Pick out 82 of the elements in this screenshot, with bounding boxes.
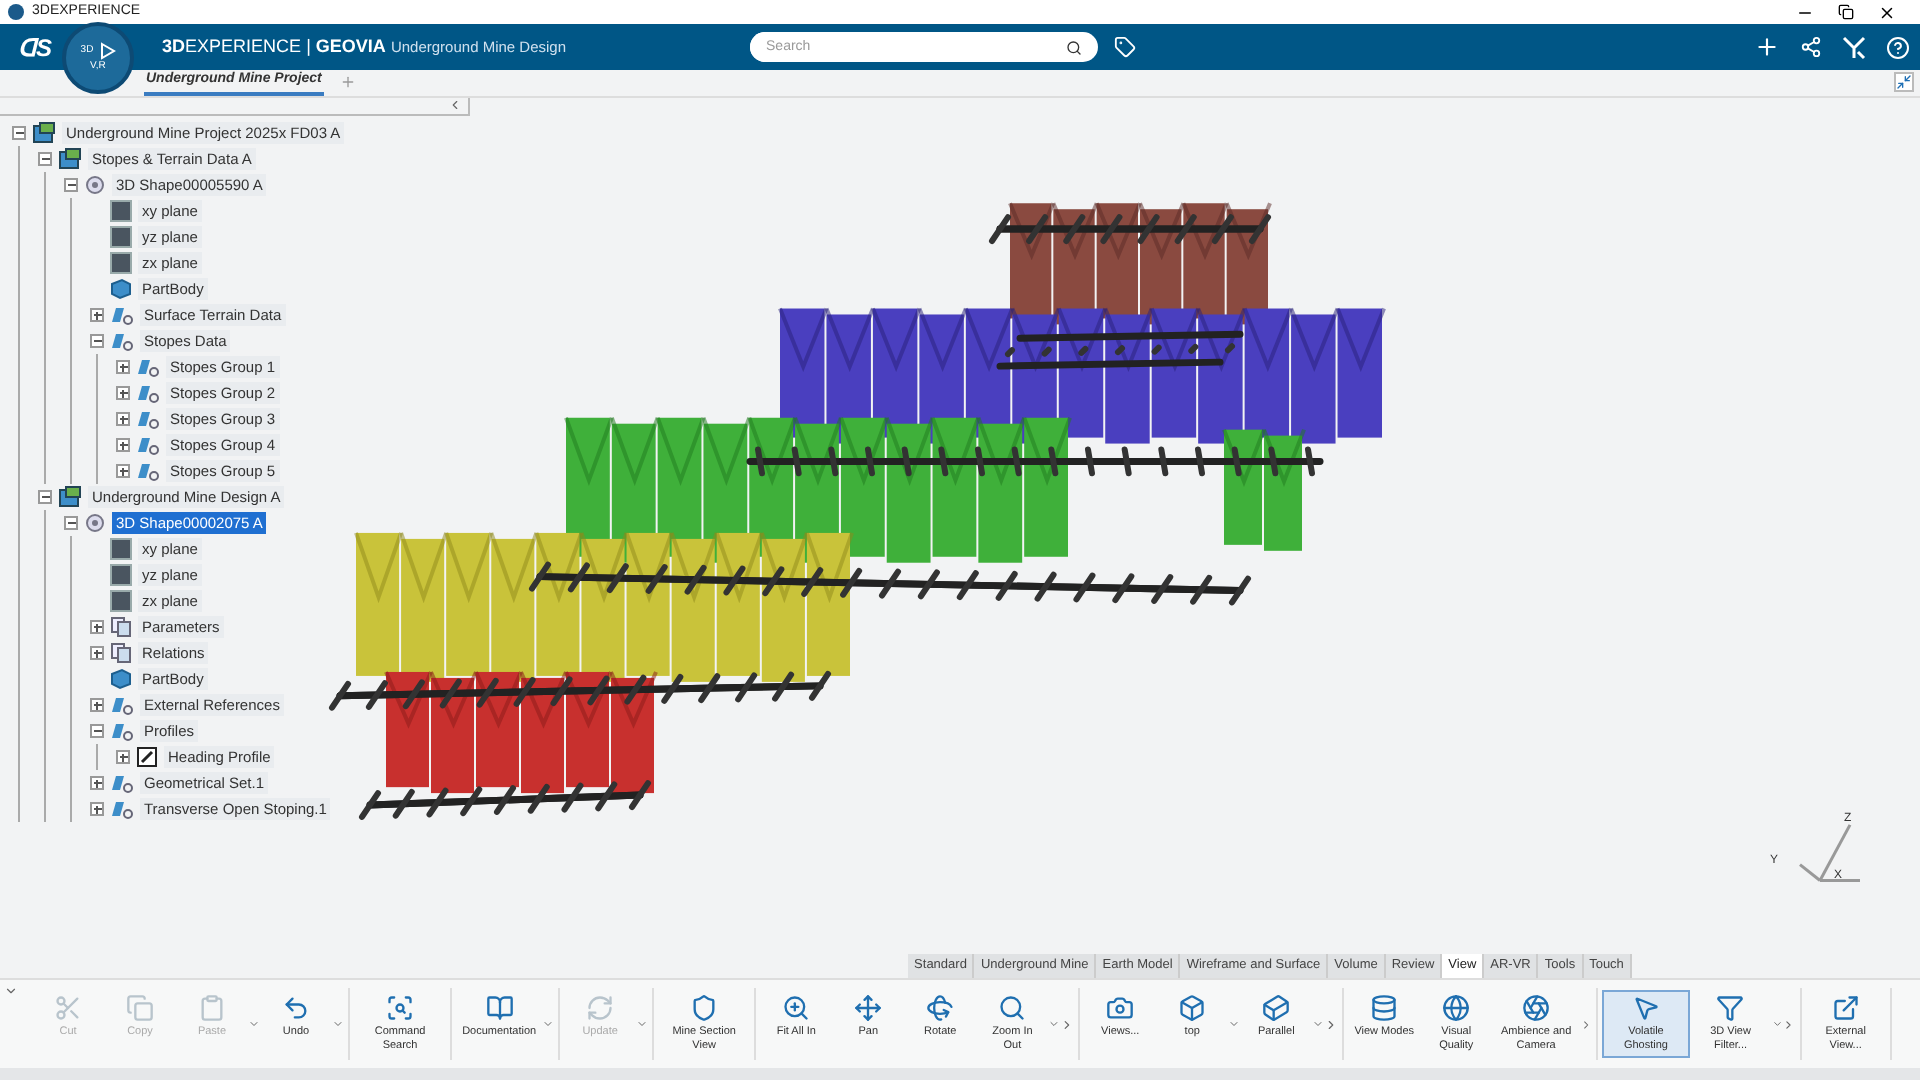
collapse-icon[interactable] — [1894, 72, 1914, 92]
toolbar-icon — [1522, 994, 1551, 1022]
toolbar-icon — [54, 994, 82, 1022]
assembly-icon — [58, 486, 82, 508]
folder-icon — [110, 330, 134, 352]
help-icon[interactable] — [1886, 35, 1910, 59]
toolbar-icon — [1716, 994, 1745, 1022]
folder-icon — [136, 460, 160, 482]
search-icon[interactable] — [1066, 39, 1083, 55]
folder-icon — [110, 304, 134, 326]
plane-icon — [110, 200, 132, 222]
collapse-icon[interactable] — [38, 490, 52, 504]
toolbar-icon — [1831, 994, 1860, 1022]
expand-icon[interactable] — [90, 776, 104, 790]
menu-caret-icon[interactable] — [4, 984, 18, 998]
folder-icon — [110, 772, 134, 794]
folder-icon — [136, 434, 160, 456]
collapse-icon[interactable] — [90, 334, 104, 348]
folder-icon — [136, 382, 160, 404]
collapse-icon[interactable] — [64, 178, 78, 192]
add-icon[interactable] — [1754, 34, 1780, 60]
shape-icon — [84, 174, 106, 196]
plane-icon — [110, 538, 132, 560]
sketch-icon — [136, 746, 158, 768]
toolbar-icon — [1178, 994, 1207, 1022]
parameters-icon — [110, 642, 132, 664]
parameters-icon — [110, 616, 132, 638]
play-icon — [97, 41, 116, 60]
expand-icon[interactable] — [116, 438, 130, 452]
dropdown-caret-icon[interactable] — [1771, 1018, 1783, 1030]
toolbar-icon — [1370, 994, 1399, 1022]
folder-icon — [110, 798, 134, 820]
expand-icon[interactable] — [90, 698, 104, 712]
expand-icon[interactable] — [116, 750, 130, 764]
toolbar-icon — [782, 994, 811, 1022]
tag-icon[interactable] — [1114, 36, 1137, 58]
toolbar-icon — [854, 994, 883, 1022]
part-body-icon — [110, 278, 132, 300]
expand-icon[interactable] — [116, 464, 130, 478]
folder-icon — [136, 356, 160, 378]
collapse-icon[interactable] — [90, 724, 104, 738]
axis-triad-drawing — [1799, 824, 1860, 882]
shape-icon — [84, 512, 106, 534]
toolbar-icon — [1262, 994, 1291, 1022]
expand-icon[interactable] — [90, 802, 104, 816]
plane-icon — [110, 590, 132, 612]
toolbar-icon — [485, 994, 514, 1022]
toolbar-icon — [926, 994, 955, 1022]
expand-icon[interactable] — [116, 412, 130, 426]
expand-icon[interactable] — [116, 386, 130, 400]
folder-icon — [136, 408, 160, 430]
collapse-icon[interactable] — [38, 152, 52, 166]
expand-icon[interactable] — [90, 620, 104, 634]
ds-logo: ᗡS — [18, 31, 55, 65]
collapse-icon[interactable] — [12, 126, 26, 140]
collapse-panel-icon[interactable] — [448, 98, 462, 112]
folder-icon — [110, 694, 134, 716]
toolbar-icon — [998, 994, 1027, 1022]
folder-icon — [110, 720, 134, 742]
toolbar-icon — [282, 994, 310, 1022]
assembly-icon — [58, 148, 82, 170]
assembly-icon — [32, 122, 56, 144]
plane-icon — [110, 564, 132, 586]
close-icon[interactable] — [1878, 3, 1896, 21]
expand-icon[interactable] — [90, 308, 104, 322]
app-icon — [8, 4, 24, 20]
toolbar-icon — [1106, 994, 1135, 1022]
toolbar-icon — [126, 994, 154, 1022]
expand-icon[interactable] — [90, 646, 104, 660]
toolbar-icon — [386, 994, 415, 1022]
plane-icon — [110, 226, 132, 248]
restore-icon[interactable] — [1838, 3, 1854, 19]
toolbar-icon — [690, 994, 719, 1022]
share-icon[interactable] — [1800, 36, 1822, 58]
expand-icon[interactable] — [116, 360, 130, 374]
toolbar-icon — [1631, 994, 1660, 1022]
toolbar-icon — [198, 994, 226, 1022]
collapse-icon[interactable] — [64, 516, 78, 530]
plane-icon — [110, 252, 132, 274]
part-body-icon — [110, 668, 132, 690]
toolbar-icon — [586, 994, 615, 1022]
toolbar-icon — [1442, 994, 1471, 1022]
